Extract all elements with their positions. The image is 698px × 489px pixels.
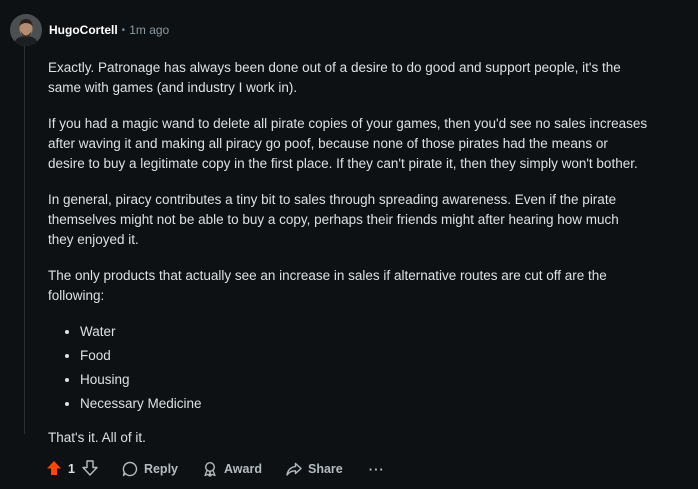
comment-view: HugoCortell • 1m ago Exactly. Patronage … — [0, 0, 698, 489]
reply-button[interactable]: Reply — [122, 461, 178, 477]
comment-paragraph: The only products that actually see an i… — [48, 268, 607, 303]
list-item: Food — [80, 346, 648, 366]
meta-separator: • — [121, 24, 126, 36]
share-arrow-icon — [286, 462, 302, 476]
downvote-arrow-icon[interactable] — [82, 459, 98, 479]
award-icon — [204, 461, 216, 477]
avatar-image — [10, 14, 42, 46]
vote-control: 1 — [46, 459, 98, 479]
comment-action-bar: 1 Reply Award Share ··· — [46, 458, 385, 480]
comment-header: HugoCortell • 1m ago — [10, 14, 169, 46]
award-label: Award — [224, 462, 262, 476]
list-item: Housing — [80, 370, 648, 390]
comment-timestamp[interactable]: 1m ago — [129, 23, 169, 37]
more-options-icon[interactable]: ··· — [369, 462, 385, 477]
award-button[interactable]: Award — [202, 461, 262, 477]
author-username[interactable]: HugoCortell — [49, 23, 118, 37]
comment-closing: That's it. All of it. — [48, 430, 146, 445]
share-button[interactable]: Share — [286, 461, 343, 477]
list-item: Necessary Medicine — [80, 394, 648, 414]
comment-paragraph: Exactly. Patronage has always been done … — [48, 60, 621, 95]
reply-label: Reply — [143, 462, 178, 476]
products-list: Water Food Housing Necessary Medicine — [48, 322, 648, 414]
share-label: Share — [307, 462, 343, 476]
upvote-arrow-icon[interactable] — [46, 460, 62, 479]
comment-body: Exactly. Patronage has always been done … — [48, 58, 648, 464]
comment-paragraph: In general, piracy contributes a tiny bi… — [48, 192, 619, 247]
avatar[interactable] — [10, 14, 42, 46]
previous-comment-actions — [6, 0, 156, 4]
vote-count: 1 — [68, 462, 75, 476]
list-item: Water — [80, 322, 648, 342]
thread-line[interactable] — [24, 44, 25, 434]
comment-paragraph: If you had a magic wand to delete all pi… — [48, 116, 648, 171]
comment-bubble-icon — [122, 461, 138, 477]
